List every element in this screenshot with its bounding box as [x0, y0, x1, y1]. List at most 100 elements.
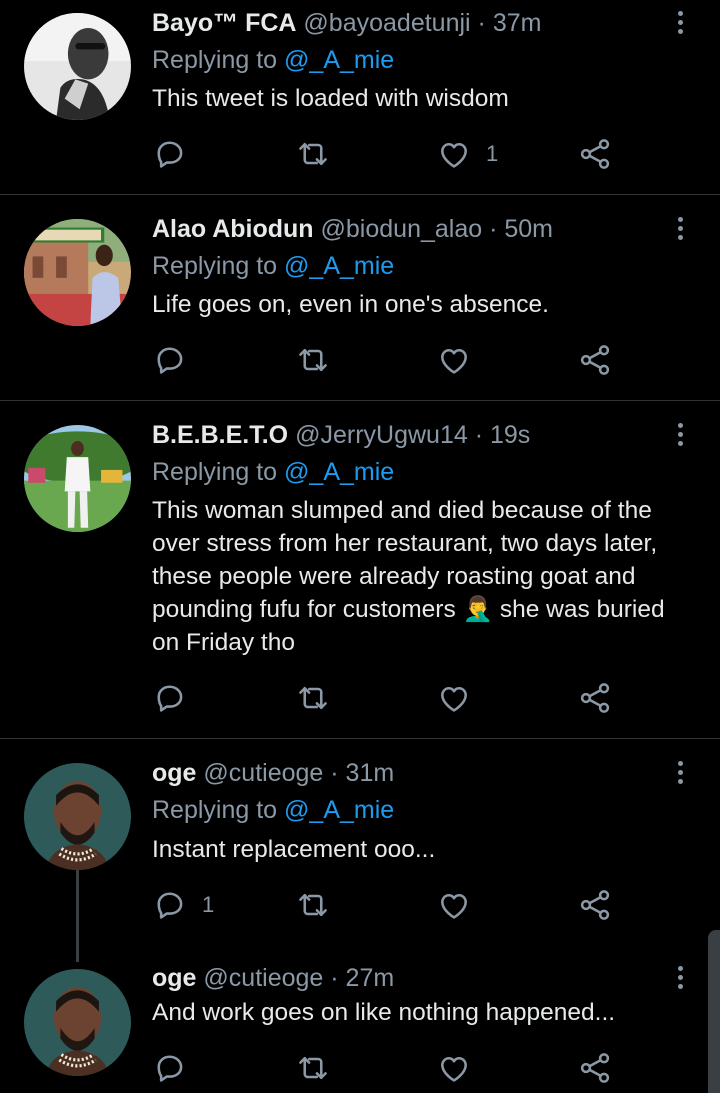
replying-to: Replying to @_A_mie: [152, 457, 394, 487]
retweet-icon: [295, 680, 331, 716]
reply-icon: [152, 136, 188, 172]
reply-icon: [152, 1050, 188, 1086]
display-name[interactable]: Alao Abiodun: [152, 215, 314, 243]
reply-icon: [152, 887, 188, 923]
heart-icon: [436, 342, 472, 378]
more-vertical-icon[interactable]: [670, 8, 690, 38]
reply-icon: [152, 680, 188, 716]
reply-count: 1: [202, 892, 215, 917]
replying-prefix: Replying to: [152, 46, 285, 74]
tweet-actions: 1: [152, 134, 632, 174]
retweet-icon: [295, 136, 331, 172]
retweet-button[interactable]: [295, 340, 345, 380]
share-icon: [577, 887, 613, 923]
retweet-icon: [295, 342, 331, 378]
tweet[interactable]: Alao Abiodun @biodun_alao · 50m Replying…: [0, 195, 720, 400]
timestamp[interactable]: · 50m: [489, 215, 553, 243]
user-handle[interactable]: @cutieoge: [203, 964, 323, 992]
retweet-icon: [295, 1050, 331, 1086]
reply-button[interactable]: [152, 134, 202, 174]
heart-icon: [436, 887, 472, 923]
heart-icon: [436, 1050, 472, 1086]
mention-link[interactable]: @_A_mie: [284, 796, 394, 824]
avatar[interactable]: [24, 425, 131, 532]
retweet-button[interactable]: [295, 885, 345, 925]
reply-button[interactable]: 1: [152, 885, 214, 925]
avatar[interactable]: [24, 219, 131, 326]
scrollbar[interactable]: [708, 930, 720, 1093]
tweet-actions: [152, 1048, 632, 1088]
tweet-header: Bayo™ FCA @bayoadetunji · 37m: [152, 8, 541, 38]
tweet-text: This woman slumped and died because of t…: [152, 494, 697, 659]
tweet-actions: [152, 678, 632, 718]
heart-icon: [436, 136, 472, 172]
timestamp[interactable]: · 31m: [330, 759, 394, 787]
more-vertical-icon[interactable]: [670, 420, 690, 450]
timestamp[interactable]: · 37m: [478, 9, 542, 37]
more-vertical-icon[interactable]: [670, 758, 690, 788]
mention-link[interactable]: @_A_mie: [284, 252, 394, 280]
like-button[interactable]: 1: [436, 134, 498, 174]
retweet-icon: [295, 887, 331, 923]
tweet-text: Instant replacement ooo...: [152, 836, 436, 863]
retweet-button[interactable]: [295, 1048, 345, 1088]
more-vertical-icon[interactable]: [670, 214, 690, 244]
share-button[interactable]: [577, 885, 613, 925]
share-button[interactable]: [577, 340, 613, 380]
user-handle[interactable]: @cutieoge: [203, 759, 323, 787]
heart-icon: [436, 680, 472, 716]
retweet-button[interactable]: [295, 678, 345, 718]
facepalm-emoji: 🤦‍♂️: [462, 596, 494, 623]
display-name[interactable]: B.E.B.E.T.O: [152, 421, 288, 449]
user-handle[interactable]: @biodun_alao: [321, 215, 483, 243]
like-button[interactable]: [436, 885, 486, 925]
tweet[interactable]: B.E.B.E.T.O @JerryUgwu14 · 19s Replying …: [0, 401, 720, 738]
avatar[interactable]: [24, 969, 131, 1076]
display-name[interactable]: Bayo™ FCA: [152, 9, 296, 37]
like-button[interactable]: [436, 340, 486, 380]
reply-button[interactable]: [152, 340, 202, 380]
more-vertical-icon[interactable]: [670, 963, 690, 993]
share-button[interactable]: [577, 134, 613, 174]
replying-prefix: Replying to: [152, 252, 285, 280]
tweet-header: oge @cutieoge · 31m: [152, 758, 394, 788]
share-icon: [577, 136, 613, 172]
reply-button[interactable]: [152, 678, 202, 718]
reply-button[interactable]: [152, 1048, 202, 1088]
timestamp[interactable]: · 27m: [330, 964, 394, 992]
user-handle[interactable]: @bayoadetunji: [303, 9, 470, 37]
display-name[interactable]: oge: [152, 759, 196, 787]
reply-icon: [152, 342, 188, 378]
tweet[interactable]: oge @cutieoge · 27m And work goes on lik…: [0, 945, 720, 1093]
like-button[interactable]: [436, 678, 486, 718]
timestamp[interactable]: · 19s: [475, 421, 531, 449]
tweet-actions: 1: [152, 885, 632, 925]
tweet[interactable]: oge @cutieoge · 31m Replying to @_A_mie …: [0, 739, 720, 961]
retweet-button[interactable]: [295, 134, 345, 174]
avatar[interactable]: [24, 13, 131, 120]
avatar[interactable]: [24, 763, 131, 870]
tweet-text: And work goes on like nothing happened..…: [152, 999, 616, 1026]
like-count: 1: [486, 141, 499, 166]
replying-prefix: Replying to: [152, 458, 285, 486]
replying-prefix: Replying to: [152, 796, 285, 824]
tweet-text: This tweet is loaded with wisdom: [152, 85, 509, 112]
share-button[interactable]: [577, 1048, 613, 1088]
share-icon: [577, 1050, 613, 1086]
user-handle[interactable]: @JerryUgwu14: [295, 421, 468, 449]
tweet-text: Life goes on, even in one's absence.: [152, 291, 549, 318]
share-button[interactable]: [577, 678, 613, 718]
replying-to: Replying to @_A_mie: [152, 45, 394, 75]
tweet[interactable]: Bayo™ FCA @bayoadetunji · 37m Replying t…: [0, 0, 720, 194]
replying-to: Replying to @_A_mie: [152, 251, 394, 281]
mention-link[interactable]: @_A_mie: [284, 458, 394, 486]
tweet-header: oge @cutieoge · 27m: [152, 963, 394, 993]
share-icon: [577, 680, 613, 716]
share-icon: [577, 342, 613, 378]
replying-to: Replying to @_A_mie: [152, 795, 394, 825]
mention-link[interactable]: @_A_mie: [284, 46, 394, 74]
tweet-header: B.E.B.E.T.O @JerryUgwu14 · 19s: [152, 420, 530, 450]
display-name[interactable]: oge: [152, 964, 196, 992]
like-button[interactable]: [436, 1048, 486, 1088]
tweet-actions: [152, 340, 632, 380]
